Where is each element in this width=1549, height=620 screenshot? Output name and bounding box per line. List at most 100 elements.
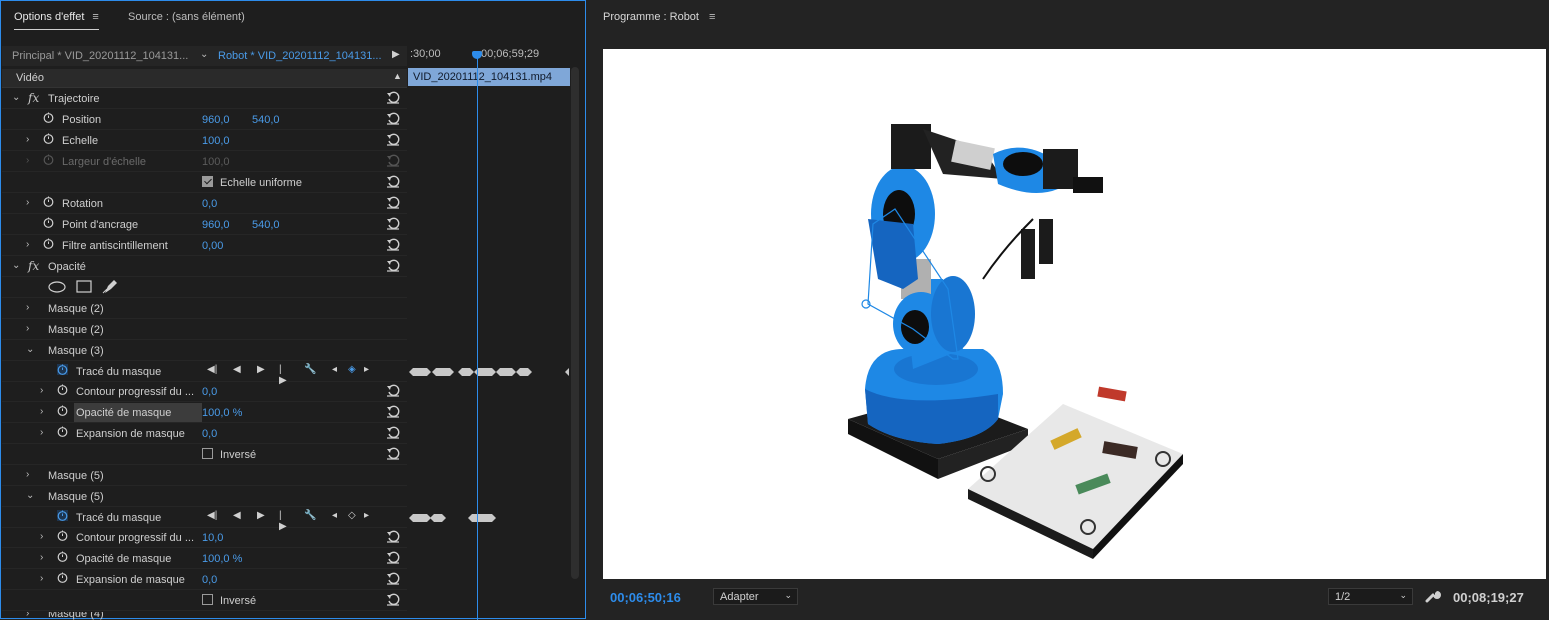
panel-menu-icon[interactable]: ≡ (709, 11, 715, 23)
effect-row-opacite[interactable]: ⌄ fx Opacité (2, 257, 407, 277)
timeline-ruler[interactable]: :30;00 00;06;59;29 (408, 45, 570, 67)
chevron-right-icon[interactable]: › (40, 552, 43, 563)
stopwatch-icon[interactable] (57, 530, 68, 541)
chevron-right-icon[interactable]: › (40, 531, 43, 542)
mask-opacity-value[interactable]: 100,0 % (202, 407, 242, 419)
track-backward-frame-icon[interactable]: ◀| (207, 364, 217, 375)
prev-keyframe-icon[interactable]: ◂ (332, 364, 337, 375)
fx-icon[interactable]: fx (28, 91, 39, 105)
chevron-down-icon[interactable]: ⌄ (12, 92, 20, 103)
inverted-checkbox[interactable] (202, 448, 213, 459)
echelle-value[interactable]: 100,0 (202, 135, 230, 147)
vertical-scrollbar[interactable] (571, 67, 579, 579)
reset-icon[interactable] (386, 216, 400, 230)
play-only-audio-icon[interactable]: ▶ (392, 49, 400, 60)
stopwatch-icon[interactable] (43, 112, 54, 123)
reset-icon[interactable] (386, 258, 400, 272)
mask3-path-row[interactable]: Tracé du masque ◀| ◀ ▶ |▶ 🔧 ◂ ◈ ▸ (2, 362, 407, 386)
chevron-right-icon[interactable]: › (26, 323, 29, 334)
reset-icon[interactable] (386, 383, 400, 397)
mask-row-2b[interactable]: › Masque (2) (2, 320, 407, 340)
reset-icon[interactable] (386, 446, 400, 460)
mask5-keyframes[interactable] (408, 513, 570, 523)
track-backward-frame-icon[interactable]: ◀| (207, 510, 217, 521)
mask3-feather-row[interactable]: › Contour progressif du ... 0,0 (2, 382, 407, 402)
expansion-value[interactable]: 0,0 (202, 428, 217, 440)
track-forward-icon[interactable]: ▶ (257, 364, 265, 375)
reset-icon[interactable] (386, 237, 400, 251)
track-backward-icon[interactable]: ◀ (233, 364, 241, 375)
timeline-clip[interactable]: VID_20201112_104131.mp4 (408, 68, 570, 86)
position-y-value[interactable]: 540,0 (252, 114, 280, 126)
stopwatch-icon[interactable] (43, 196, 54, 207)
tab-source[interactable]: Source : (sans élément) (128, 11, 245, 23)
mask5-path-row[interactable]: Tracé du masque ◀| ◀ ▶ |▶ 🔧 ◂ ◇ ▸ (2, 508, 407, 532)
stopwatch-icon[interactable] (57, 572, 68, 583)
fx-icon[interactable]: fx (28, 259, 39, 273)
reset-icon[interactable] (386, 571, 400, 585)
prev-keyframe-icon[interactable]: ◂ (332, 510, 337, 521)
chevron-right-icon[interactable]: › (26, 197, 29, 208)
mask-row-3[interactable]: ⌄ Masque (3) (2, 341, 407, 361)
wrench-icon[interactable]: 🔧 (304, 510, 316, 521)
chevron-right-icon[interactable]: › (40, 573, 43, 584)
chevron-right-icon[interactable]: › (40, 385, 43, 396)
master-clip-label[interactable]: Principal * VID_20201112_104131... (12, 50, 188, 62)
antiflicker-value[interactable]: 0,00 (202, 240, 223, 252)
resolution-select[interactable]: 1/2 ⌄ (1328, 588, 1413, 605)
param-row-position[interactable]: Position 960,0 540,0 (2, 110, 407, 130)
reset-icon[interactable] (386, 425, 400, 439)
rotation-value[interactable]: 0,0 (202, 198, 217, 210)
reset-icon[interactable] (386, 550, 400, 564)
chevron-right-icon[interactable]: › (26, 239, 29, 250)
param-row-echelle[interactable]: › Echelle 100,0 (2, 131, 407, 151)
reset-icon[interactable] (386, 404, 400, 418)
mask3-expansion-row[interactable]: › Expansion de masque 0,0 (2, 424, 407, 444)
track-forward-icon[interactable]: ▶ (257, 510, 265, 521)
stopwatch-icon[interactable] (57, 426, 68, 437)
chevron-right-icon[interactable]: › (26, 302, 29, 313)
chevron-down-icon[interactable]: ⌄ (12, 260, 20, 271)
video-frame[interactable] (603, 49, 1546, 579)
stopwatch-icon[interactable] (43, 217, 54, 228)
chevron-down-icon[interactable]: ⌄ (200, 49, 208, 60)
sequence-clip-label[interactable]: Robot * VID_20201112_104131... (218, 50, 382, 62)
stopwatch-icon[interactable] (57, 551, 68, 562)
mask5-feather-row[interactable]: › Contour progressif du ... 10,0 (2, 528, 407, 548)
settings-wrench-icon[interactable] (1425, 587, 1441, 603)
stopwatch-icon[interactable] (57, 384, 68, 395)
mask3-keyframes[interactable] (408, 367, 570, 377)
stopwatch-active-icon[interactable] (57, 510, 68, 521)
stopwatch-icon[interactable] (57, 405, 68, 416)
playhead-line[interactable] (477, 53, 478, 620)
tab-effect-options[interactable]: Options d'effet ≡ (14, 11, 99, 30)
reset-icon[interactable] (386, 132, 400, 146)
current-timecode[interactable]: 00;06;50;16 (610, 590, 681, 605)
program-monitor-title[interactable]: Programme : Robot ≡ (603, 11, 715, 23)
chevron-down-icon[interactable]: ⌄ (26, 490, 34, 501)
collapse-up-icon[interactable]: ▲ (393, 71, 402, 81)
inverted-checkbox[interactable] (202, 594, 213, 605)
mask5-expansion-row[interactable]: › Expansion de masque 0,0 (2, 570, 407, 590)
mask-row-5b[interactable]: ⌄ Masque (5) (2, 487, 407, 507)
reset-icon[interactable] (386, 592, 400, 606)
position-x-value[interactable]: 960,0 (202, 114, 230, 126)
param-row-antiflicker[interactable]: › Filtre antiscintillement 0,00 (2, 236, 407, 256)
anchor-x-value[interactable]: 960,0 (202, 219, 230, 231)
chevron-right-icon[interactable]: › (26, 612, 29, 619)
effect-row-trajectoire[interactable]: ⌄ fx Trajectoire (2, 89, 407, 109)
reset-icon[interactable] (386, 529, 400, 543)
chevron-down-icon[interactable]: ⌄ (26, 344, 34, 355)
keyframe-toggle-icon[interactable]: ◈ (348, 364, 356, 375)
mask5-opacity-row[interactable]: › Opacité de masque 100,0 % (2, 549, 407, 569)
chevron-right-icon[interactable]: › (40, 406, 43, 417)
reset-icon[interactable] (386, 111, 400, 125)
param-row-rotation[interactable]: › Rotation 0,0 (2, 194, 407, 214)
panel-menu-icon[interactable]: ≡ (92, 11, 98, 23)
feather-value[interactable]: 0,0 (202, 386, 217, 398)
mask3-opacity-row[interactable]: › Opacité de masque 100,0 % (2, 403, 407, 423)
feather-value[interactable]: 10,0 (202, 532, 223, 544)
uniform-scale-checkbox[interactable] (202, 176, 213, 187)
wrench-icon[interactable]: 🔧 (304, 364, 316, 375)
rectangle-mask-icon[interactable] (76, 280, 92, 293)
